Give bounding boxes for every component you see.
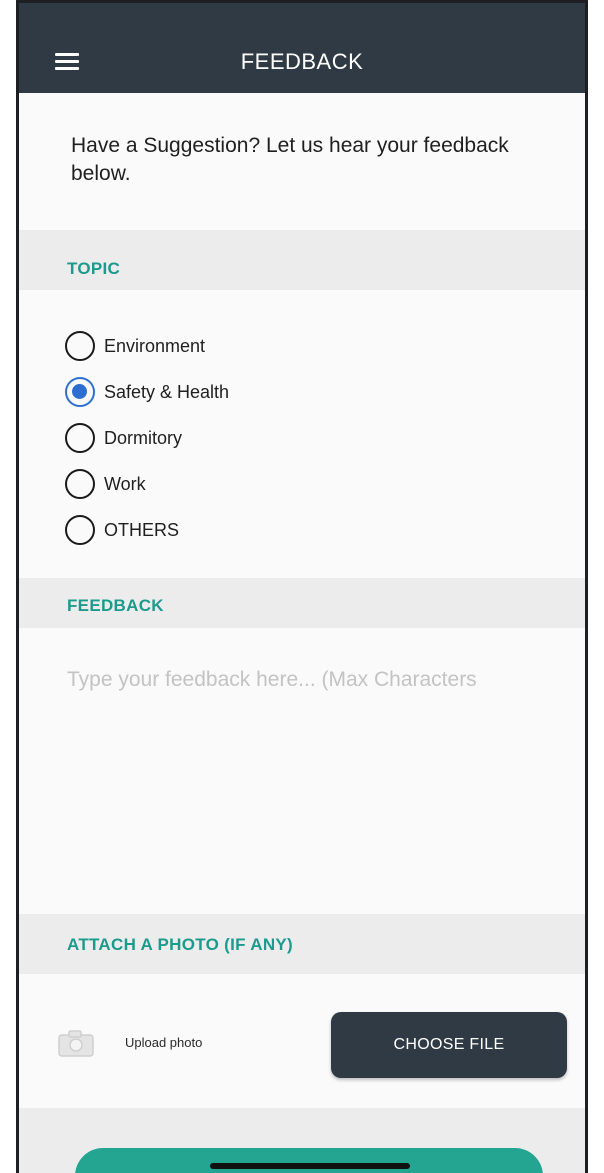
topic-label: TOPIC [67,259,121,278]
feedback-textarea[interactable] [67,668,567,908]
radio-option-label: OTHERS [104,519,180,540]
feedback-label: FEEDBACK [67,596,164,615]
feedback-section-header: FEEDBACK [19,578,585,628]
app-header: FEEDBACK [19,0,585,93]
radio-option-work[interactable]: Work [65,461,229,507]
radio-option-dormitory[interactable]: Dormitory [65,415,229,461]
attach-label: ATTACH A PHOTO (IF ANY) [67,935,293,954]
camera-icon [58,1030,94,1057]
home-indicator [210,1163,410,1169]
attach-section-header: ATTACH A PHOTO (IF ANY) [19,914,585,974]
choose-file-button[interactable]: CHOOSE FILE [331,1012,567,1078]
intro-text: Have a Suggestion? Let us hear your feed… [71,134,509,185]
topic-radio-group: Environment Safety & Health Dormitory Wo… [65,323,229,553]
radio-button[interactable] [65,331,95,361]
radio-option-safety-health[interactable]: Safety & Health [65,369,229,415]
radio-option-label: Safety & Health [104,381,230,402]
radio-option-label: Dormitory [104,427,183,448]
radio-button[interactable] [65,423,95,453]
app-screen: FEEDBACK Have a Suggestion? Let us hear … [16,0,588,1173]
topic-section-header: TOPIC [19,230,585,290]
radio-button-selected[interactable] [65,377,95,407]
radio-option-environment[interactable]: Environment [65,323,229,369]
radio-option-label: Environment [104,335,206,356]
radio-button[interactable] [65,469,95,499]
submit-button[interactable] [75,1148,543,1173]
page-title: FEEDBACK [240,49,364,74]
radio-option-others[interactable]: OTHERS [65,507,229,553]
upload-photo-label: Upload photo [125,1035,203,1050]
radio-option-label: Work [104,473,146,494]
radio-button[interactable] [65,515,95,545]
